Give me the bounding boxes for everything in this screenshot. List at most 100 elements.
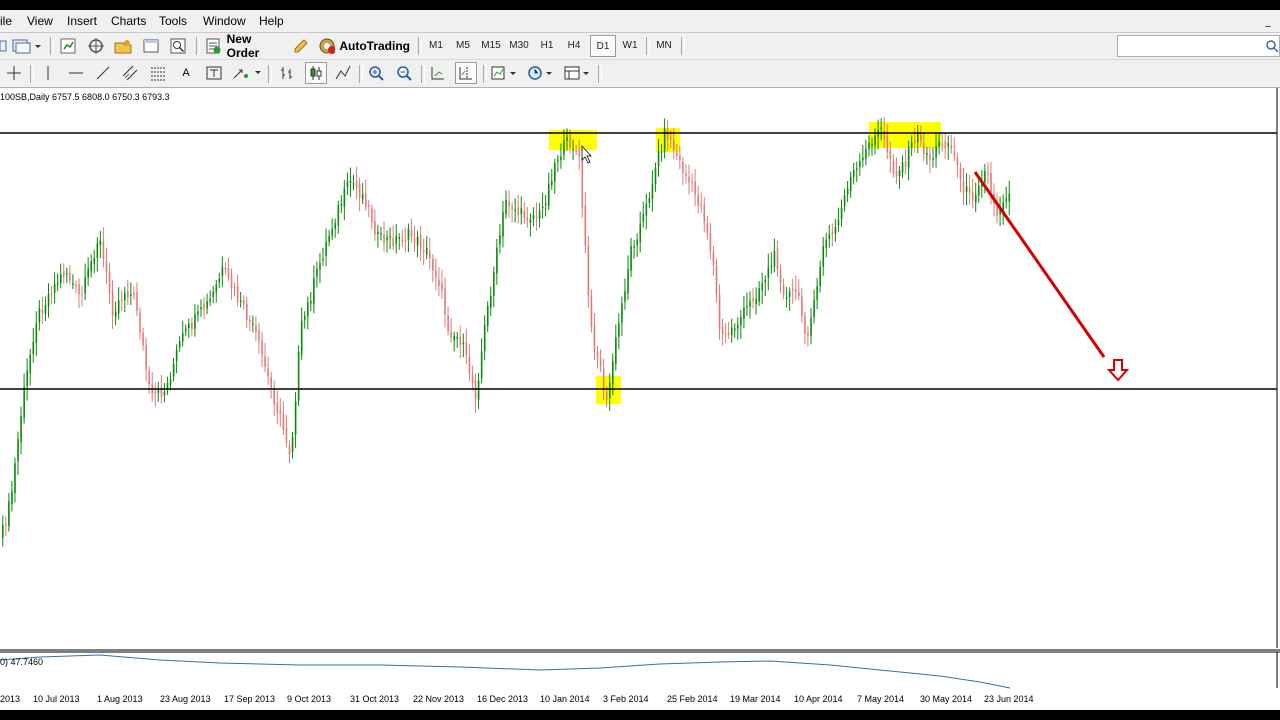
zoom-in-icon[interactable]	[366, 63, 386, 83]
candle-body	[706, 223, 709, 234]
candle-body	[581, 158, 584, 208]
menu-tools[interactable]: Tools	[159, 14, 187, 28]
menu-file[interactable]: ile	[0, 14, 12, 28]
candle-body	[349, 180, 352, 183]
candle-body	[557, 159, 559, 162]
strategy-tester-icon[interactable]	[168, 36, 188, 56]
candle-body	[246, 303, 248, 321]
candle-body	[871, 143, 873, 146]
candle-body	[727, 332, 730, 335]
candle-body	[105, 261, 108, 273]
candle-body	[215, 284, 218, 293]
candle-body	[130, 294, 132, 296]
timeframe-d1[interactable]: D1	[590, 35, 616, 57]
candle-body	[392, 237, 394, 246]
candle-body	[429, 250, 431, 259]
chart-window[interactable]	[0, 88, 1280, 710]
minimize-icon[interactable]: –	[1262, 22, 1274, 33]
date-label: 22 Nov 2013	[413, 694, 465, 704]
timeframe-m30[interactable]: M30	[506, 35, 532, 55]
candle-body	[395, 235, 398, 244]
periods-icon[interactable]	[525, 63, 555, 83]
candle-body	[926, 152, 928, 155]
menu-window[interactable]: Window	[203, 14, 246, 28]
candle-body	[523, 211, 526, 219]
candle-body	[181, 332, 184, 342]
timeframe-mn[interactable]: MN	[652, 35, 676, 55]
auto-scroll-icon[interactable]	[428, 63, 448, 83]
candle-body	[20, 415, 22, 442]
equidistant-channel-icon[interactable]	[120, 63, 140, 83]
horizontal-line-icon[interactable]	[66, 63, 86, 83]
templates-icon[interactable]	[562, 63, 592, 83]
autotrading-label: AutoTrading	[339, 39, 410, 53]
fibonacci-icon[interactable]	[148, 63, 168, 83]
menu-insert[interactable]: Insert	[67, 14, 97, 28]
candle-body	[206, 301, 208, 309]
price-chart[interactable]	[0, 88, 1280, 710]
timeframe-h4[interactable]: H4	[562, 35, 586, 55]
text-label-icon[interactable]	[204, 63, 224, 83]
indicator-line	[0, 654, 1011, 689]
candle-body	[294, 400, 297, 435]
indicators-icon[interactable]	[489, 63, 519, 83]
new-order-button[interactable]: New Order	[204, 32, 286, 60]
candle-body	[480, 351, 483, 379]
candle-body	[776, 248, 779, 270]
candle-body	[947, 143, 950, 147]
candle-body	[520, 208, 523, 215]
data-window-icon[interactable]	[112, 36, 134, 56]
profiles-icon[interactable]	[10, 36, 42, 56]
candle-body	[273, 389, 276, 405]
market-watch-icon[interactable]	[58, 36, 78, 56]
candle-body	[264, 356, 266, 367]
menu-charts[interactable]: Charts	[111, 14, 146, 28]
indicator-label: 0) 47.7460	[0, 657, 44, 667]
navigator-icon[interactable]	[86, 36, 106, 56]
toolbar-separator	[359, 65, 363, 83]
candle-body	[163, 391, 166, 396]
candle-body	[72, 283, 74, 285]
search-input[interactable]	[1117, 35, 1280, 57]
arrows-icon[interactable]	[230, 63, 262, 83]
candle-body	[233, 287, 236, 289]
timeframe-h1[interactable]: H1	[535, 35, 559, 55]
candle-body	[840, 207, 843, 219]
trendline-icon[interactable]	[93, 63, 113, 83]
timeframe-m15[interactable]: M15	[478, 35, 504, 55]
candle-body	[740, 317, 742, 326]
highlight-box	[869, 122, 941, 148]
candle-body	[572, 149, 574, 152]
candle-body	[124, 292, 126, 301]
metaeditor-icon[interactable]	[291, 36, 311, 56]
bar-chart-icon[interactable]	[277, 63, 297, 83]
crosshair-icon[interactable]	[4, 63, 24, 83]
timeframe-m1[interactable]: M1	[424, 35, 448, 55]
menu-view[interactable]: View	[27, 14, 53, 28]
text-icon[interactable]: A	[176, 63, 196, 83]
candle-body	[636, 239, 638, 245]
candle-body	[758, 288, 760, 302]
chart-shift-icon[interactable]	[455, 62, 477, 84]
candle-body	[825, 239, 828, 249]
candle-body	[441, 282, 443, 291]
candle-body	[108, 271, 111, 294]
candle-body	[44, 305, 47, 314]
vertical-line-icon[interactable]	[38, 63, 58, 83]
search-icon[interactable]	[1265, 39, 1279, 53]
candlesticks-icon[interactable]	[305, 62, 327, 84]
menu-help[interactable]: Help	[259, 14, 284, 28]
candle-body	[261, 340, 263, 355]
timeframe-m5[interactable]: M5	[451, 35, 475, 55]
terminal-icon[interactable]	[141, 36, 161, 56]
line-chart-icon[interactable]	[333, 63, 353, 83]
new-chart-icon[interactable]	[0, 36, 8, 56]
candle-body	[355, 180, 358, 188]
timeframe-w1[interactable]: W1	[618, 35, 642, 55]
autotrading-button[interactable]: AutoTrading	[318, 35, 410, 57]
candle-body	[2, 525, 4, 538]
zoom-out-icon[interactable]	[394, 63, 414, 83]
toolbar-separator	[418, 37, 422, 55]
candle-body	[496, 247, 498, 274]
candle-body	[218, 278, 221, 283]
